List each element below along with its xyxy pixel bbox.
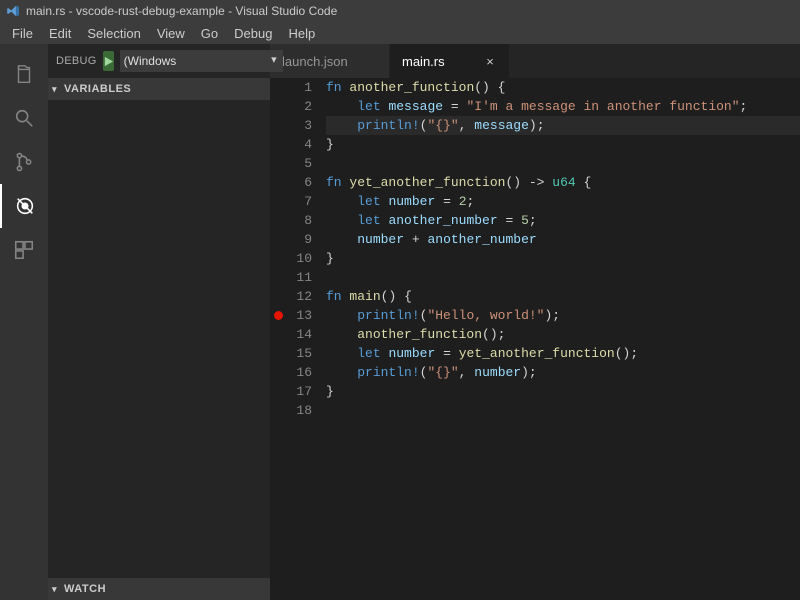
start-debug-button[interactable]: [103, 51, 114, 71]
gutter-line[interactable]: 11: [270, 268, 326, 287]
line-number: 13: [286, 306, 326, 325]
gutter-line[interactable]: 8: [270, 211, 326, 230]
gutter-line[interactable]: 12: [270, 287, 326, 306]
menu-help[interactable]: Help: [280, 26, 323, 41]
watch-label: WATCH: [64, 583, 106, 595]
code-line[interactable]: [326, 154, 800, 173]
gutter-line[interactable]: 10: [270, 249, 326, 268]
debug-label: DEBUG: [56, 55, 97, 67]
code-line[interactable]: let number = 2;: [326, 192, 800, 211]
code-line[interactable]: number + another_number: [326, 230, 800, 249]
editor-content[interactable]: fn another_function() { let message = "I…: [326, 78, 800, 600]
menu-edit[interactable]: Edit: [41, 26, 79, 41]
line-number: 17: [286, 382, 326, 401]
gutter-line[interactable]: 7: [270, 192, 326, 211]
line-number: 2: [286, 97, 326, 116]
code-line[interactable]: println!("Hello, world!");: [326, 306, 800, 325]
line-number: 6: [286, 173, 326, 192]
variables-label: VARIABLES: [64, 83, 131, 95]
gutter-line[interactable]: 14: [270, 325, 326, 344]
line-number: 11: [286, 268, 326, 287]
line-number: 18: [286, 401, 326, 420]
menu-debug[interactable]: Debug: [226, 26, 280, 41]
line-number: 1: [286, 78, 326, 97]
close-icon[interactable]: ×: [483, 54, 497, 69]
chevron-down-icon: ▾: [52, 584, 64, 595]
line-number: 12: [286, 287, 326, 306]
activity-bar: [0, 44, 48, 600]
line-number: 7: [286, 192, 326, 211]
activity-scm[interactable]: [0, 140, 48, 184]
watch-section: ▾ WATCH: [48, 578, 270, 600]
gutter-line[interactable]: 3: [270, 116, 326, 135]
variables-header[interactable]: ▾ VARIABLES: [48, 78, 270, 100]
line-number: 14: [286, 325, 326, 344]
debug-toolbar: DEBUG: [48, 44, 270, 78]
code-line[interactable]: another_function();: [326, 325, 800, 344]
code-line[interactable]: }: [326, 382, 800, 401]
code-line[interactable]: }: [326, 135, 800, 154]
editor-area: launch.json main.rs × 123456789101112131…: [270, 44, 800, 600]
code-line[interactable]: [326, 268, 800, 287]
window-title: main.rs - vscode-rust-debug-example - Vi…: [26, 4, 337, 18]
line-number: 3: [286, 116, 326, 135]
gutter-line[interactable]: 17: [270, 382, 326, 401]
code-editor[interactable]: 123456789101112131415161718 fn another_f…: [270, 78, 800, 600]
chevron-down-icon: ▾: [52, 84, 64, 95]
menu-go[interactable]: Go: [193, 26, 226, 41]
line-number: 4: [286, 135, 326, 154]
gutter-line[interactable]: 18: [270, 401, 326, 420]
activity-extensions[interactable]: [0, 228, 48, 272]
menubar: File Edit Selection View Go Debug Help: [0, 22, 800, 44]
gutter-line[interactable]: 16: [270, 363, 326, 382]
watch-header[interactable]: ▾ WATCH: [48, 578, 270, 600]
menu-selection[interactable]: Selection: [79, 26, 148, 41]
code-line[interactable]: let another_number = 5;: [326, 211, 800, 230]
gutter-line[interactable]: 6: [270, 173, 326, 192]
debug-sidebar: DEBUG ▾ VARIABLES ▾ WATCH: [48, 44, 270, 600]
debug-config-select[interactable]: [120, 50, 283, 72]
code-line[interactable]: [326, 401, 800, 420]
breakpoint-slot[interactable]: [270, 311, 286, 320]
tab-label: main.rs: [402, 54, 445, 69]
tab-main-rs[interactable]: main.rs ×: [390, 44, 510, 78]
line-number: 8: [286, 211, 326, 230]
code-line[interactable]: fn another_function() {: [326, 78, 800, 97]
editor-tabbar: launch.json main.rs ×: [270, 44, 800, 78]
breakpoint-icon[interactable]: [274, 311, 283, 320]
code-line[interactable]: fn main() {: [326, 287, 800, 306]
gutter-line[interactable]: 2: [270, 97, 326, 116]
window-titlebar: main.rs - vscode-rust-debug-example - Vi…: [0, 0, 800, 22]
variables-section: ▾ VARIABLES: [48, 78, 270, 578]
code-line[interactable]: println!("{}", message);: [326, 116, 800, 135]
gutter-line[interactable]: 4: [270, 135, 326, 154]
line-number: 9: [286, 230, 326, 249]
gutter-line[interactable]: 1: [270, 78, 326, 97]
tab-launch-json[interactable]: launch.json: [270, 44, 390, 78]
gutter-line[interactable]: 5: [270, 154, 326, 173]
line-number: 5: [286, 154, 326, 173]
activity-explorer[interactable]: [0, 52, 48, 96]
code-line[interactable]: }: [326, 249, 800, 268]
code-line[interactable]: println!("{}", number);: [326, 363, 800, 382]
code-line[interactable]: fn yet_another_function() -> u64 {: [326, 173, 800, 192]
line-number: 15: [286, 344, 326, 363]
gutter-line[interactable]: 13: [270, 306, 326, 325]
activity-search[interactable]: [0, 96, 48, 140]
editor-gutter[interactable]: 123456789101112131415161718: [270, 78, 326, 600]
code-line[interactable]: let message = "I'm a message in another …: [326, 97, 800, 116]
gutter-line[interactable]: 9: [270, 230, 326, 249]
menu-file[interactable]: File: [4, 26, 41, 41]
tab-label: launch.json: [282, 54, 348, 69]
gutter-line[interactable]: 15: [270, 344, 326, 363]
line-number: 10: [286, 249, 326, 268]
code-line[interactable]: let number = yet_another_function();: [326, 344, 800, 363]
line-number: 16: [286, 363, 326, 382]
activity-debug[interactable]: [0, 184, 48, 228]
menu-view[interactable]: View: [149, 26, 193, 41]
vscode-icon: [6, 4, 20, 18]
